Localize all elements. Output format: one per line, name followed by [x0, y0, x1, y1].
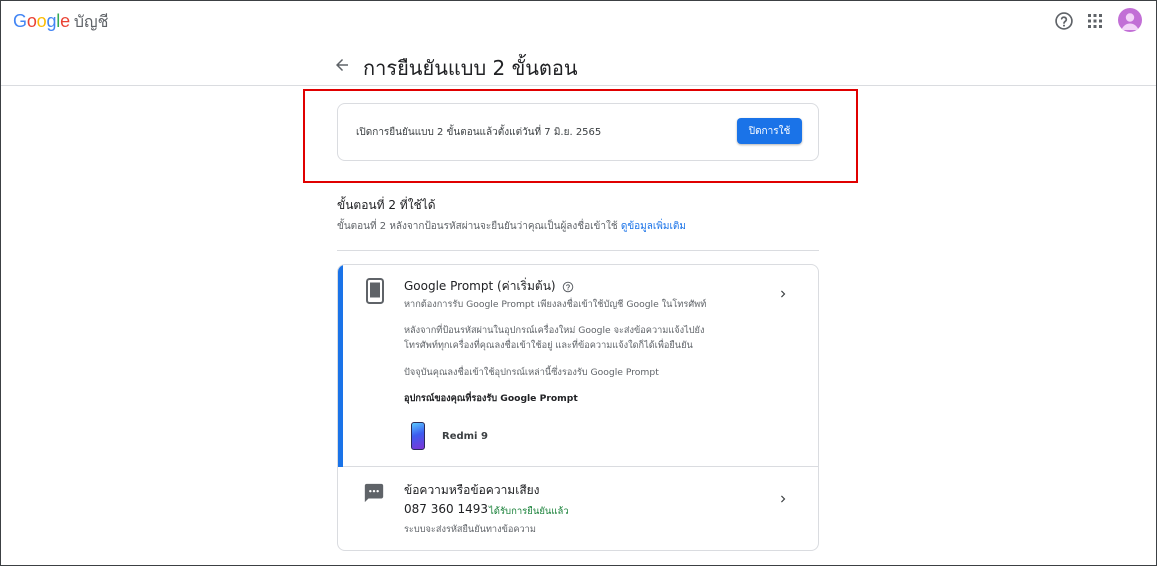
- disable-button[interactable]: ปิดการใช้: [737, 118, 802, 144]
- help-icon[interactable]: [1054, 11, 1074, 31]
- back-arrow-icon[interactable]: [333, 56, 351, 74]
- product-name: บัญชี: [73, 12, 109, 31]
- help-circle-icon[interactable]: [562, 281, 574, 293]
- page-title: การยืนยันแบบ 2 ขั้นตอน: [363, 56, 578, 80]
- google-prompt-title: Google Prompt (ค่าเริ่มต้น): [404, 277, 574, 296]
- second-step-methods-card: Google Prompt (ค่าเริ่มต้น) หากต้องการรั…: [337, 264, 819, 551]
- sms-method-section[interactable]: ข้อความหรือข้อความเสียง 087 360 1493 ได้…: [338, 468, 818, 550]
- supported-devices-heading: อุปกรณ์ของคุณที่รองรับ Google Prompt: [404, 393, 578, 404]
- second-steps-title: ขั้นตอนที่ 2 ที่ใช้ได้: [337, 198, 436, 212]
- phone-number: 087 360 1493: [404, 502, 488, 516]
- phone-device-image: [411, 422, 425, 450]
- status-text: เปิดการยืนยันแบบ 2 ขั้นตอนแล้วตั้งแต่วัน…: [356, 127, 602, 138]
- google-prompt-description-2: หลังจากที่ป้อนรหัสผ่านในอุปกรณ์เครื่องให…: [404, 325, 705, 351]
- avatar-person-icon: [1121, 13, 1139, 30]
- account-avatar[interactable]: [1118, 8, 1142, 32]
- google-prompt-description-1: หากต้องการรับ Google Prompt เพียงลงชื่อเ…: [404, 299, 707, 310]
- sms-method-description: ระบบจะส่งรหัสยืนยันทางข้อความ: [404, 524, 536, 535]
- page-header: การยืนยันแบบ 2 ขั้นตอน: [0, 42, 1157, 86]
- section-divider: [337, 250, 819, 251]
- apps-grid-icon[interactable]: [1087, 13, 1103, 29]
- sms-message-icon: [364, 483, 384, 503]
- google-prompt-title-text: Google Prompt (ค่าเริ่มต้น): [404, 279, 556, 293]
- chevron-right-icon[interactable]: [776, 492, 790, 506]
- google-logo: Google: [13, 11, 70, 31]
- google-prompt-description-3: ปัจจุบันคุณลงชื่อเข้าใช้อุปกรณ์เหล่านี้ซ…: [404, 367, 659, 378]
- learn-more-link[interactable]: ดูข้อมูลเพิ่มเติม: [621, 221, 686, 232]
- default-method-accent: [338, 265, 343, 467]
- two-step-status-card: เปิดการยืนยันแบบ 2 ขั้นตอนแล้วตั้งแต่วัน…: [337, 103, 819, 161]
- top-bar: Google บัญชี: [0, 0, 1157, 42]
- second-steps-description-text: ขั้นตอนที่ 2 หลังจากป้อนรหัสผ่านจะยืนยัน…: [337, 221, 618, 232]
- google-prompt-section[interactable]: Google Prompt (ค่าเริ่มต้น) หากต้องการรั…: [338, 265, 818, 467]
- second-steps-description: ขั้นตอนที่ 2 หลังจากป้อนรหัสผ่านจะยืนยัน…: [337, 219, 686, 234]
- smartphone-icon: [366, 278, 384, 304]
- chevron-right-icon[interactable]: [776, 287, 790, 301]
- sms-method-title: ข้อความหรือข้อความเสียง: [404, 483, 540, 497]
- device-name: Redmi 9: [442, 431, 488, 442]
- google-account-logo[interactable]: Google บัญชี: [13, 10, 109, 35]
- verified-status: ได้รับการยืนยันแล้ว: [489, 506, 569, 517]
